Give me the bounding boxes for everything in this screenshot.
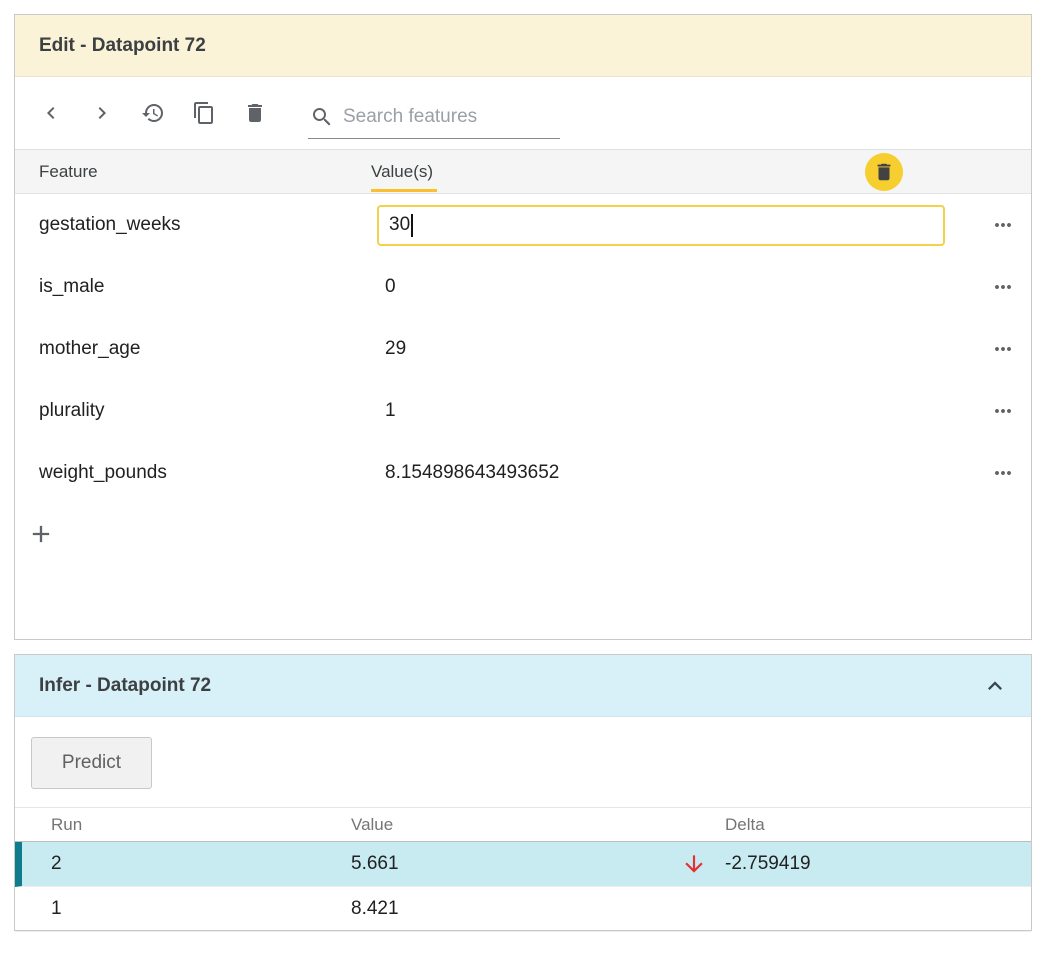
more-horizontal-icon xyxy=(991,399,1015,423)
run-row-2[interactable]: 2 5.661 -2.759419 xyxy=(15,842,1031,887)
row-more-button[interactable] xyxy=(991,461,1015,485)
restore-icon xyxy=(141,101,165,125)
row-more-button[interactable] xyxy=(991,275,1015,299)
more-horizontal-icon xyxy=(991,461,1015,485)
collapse-panel-button[interactable] xyxy=(981,672,1009,700)
feature-name: plurality xyxy=(39,400,371,422)
run-value: 8.421 xyxy=(351,898,681,920)
more-horizontal-icon xyxy=(991,275,1015,299)
feature-value[interactable]: 29 xyxy=(371,338,959,360)
feature-name: mother_age xyxy=(39,338,371,360)
chevron-right-icon xyxy=(90,101,114,125)
run-column-header: Run xyxy=(51,815,351,835)
feature-table-header: Feature Value(s) xyxy=(15,149,1031,194)
plus-icon xyxy=(27,520,55,548)
chevron-left-icon xyxy=(39,101,63,125)
more-horizontal-icon xyxy=(991,337,1015,361)
infer-panel-body: Predict Run Value Delta 2 5.661 -2.75941… xyxy=(15,717,1031,932)
feature-row-plurality: plurality 1 xyxy=(15,380,1031,442)
search-features-input[interactable] xyxy=(343,106,543,128)
delta-column-header: Delta xyxy=(725,815,1031,835)
run-value: 5.661 xyxy=(351,853,681,875)
delete-feature-button[interactable] xyxy=(865,153,903,191)
feature-name: gestation_weeks xyxy=(39,214,371,236)
feature-row-weight-pounds: weight_pounds 8.154898643493652 xyxy=(15,442,1031,504)
run-row-1[interactable]: 1 8.421 xyxy=(15,887,1031,932)
previous-datapoint-button[interactable] xyxy=(39,101,63,125)
edit-datapoint-panel: Edit - Datapoint 72 xyxy=(14,14,1032,640)
edit-panel-title: Edit - Datapoint 72 xyxy=(39,35,206,57)
infer-panel-title: Infer - Datapoint 72 xyxy=(39,675,211,697)
feature-row-mother-age: mother_age 29 xyxy=(15,318,1031,380)
add-feature-row xyxy=(15,504,1031,564)
row-more-button[interactable] xyxy=(991,213,1015,237)
feature-row-gestation-weeks: gestation_weeks 30 xyxy=(15,194,1031,256)
feature-row-is-male: is_male 0 xyxy=(15,256,1031,318)
predict-button[interactable]: Predict xyxy=(31,737,152,789)
input-value: 30 xyxy=(389,214,410,236)
next-datapoint-button[interactable] xyxy=(90,101,114,125)
add-feature-button[interactable] xyxy=(27,520,55,548)
feature-value[interactable]: 1 xyxy=(371,400,959,422)
trash-icon xyxy=(873,161,895,183)
run-number: 1 xyxy=(51,898,351,920)
more-horizontal-icon xyxy=(991,213,1015,237)
feature-name: weight_pounds xyxy=(39,462,371,484)
restore-datapoint-button[interactable] xyxy=(141,101,165,125)
arrow-down-icon xyxy=(681,851,707,877)
search-icon xyxy=(310,105,334,129)
feature-column-header: Feature xyxy=(39,162,371,182)
infer-datapoint-panel: Infer - Datapoint 72 Predict Run Value D… xyxy=(14,654,1032,931)
row-more-button[interactable] xyxy=(991,399,1015,423)
runs-table-header: Run Value Delta xyxy=(15,807,1031,842)
edit-panel-header: Edit - Datapoint 72 xyxy=(15,15,1031,77)
chevron-up-icon xyxy=(981,672,1009,700)
value-column-header: Value xyxy=(351,815,681,835)
run-number: 2 xyxy=(51,853,351,875)
values-column-header: Value(s) xyxy=(371,152,437,192)
copy-icon xyxy=(192,101,216,125)
row-more-button[interactable] xyxy=(991,337,1015,361)
gestation-weeks-value-input[interactable]: 30 xyxy=(377,205,945,246)
duplicate-datapoint-button[interactable] xyxy=(192,101,216,125)
trash-icon xyxy=(243,101,267,125)
edit-toolbar xyxy=(15,77,1031,149)
feature-search-box xyxy=(308,101,560,139)
feature-name: is_male xyxy=(39,276,371,298)
feature-value[interactable]: 0 xyxy=(371,276,959,298)
feature-value[interactable]: 8.154898643493652 xyxy=(371,462,959,484)
inference-runs-table: Run Value Delta 2 5.661 -2.759419 1 8.42… xyxy=(15,807,1031,932)
delta-cell: -2.759419 xyxy=(681,851,1031,877)
delta-value: -2.759419 xyxy=(725,853,811,875)
infer-panel-header: Infer - Datapoint 72 xyxy=(15,655,1031,717)
delete-datapoint-button[interactable] xyxy=(243,101,267,125)
text-cursor xyxy=(411,214,413,237)
